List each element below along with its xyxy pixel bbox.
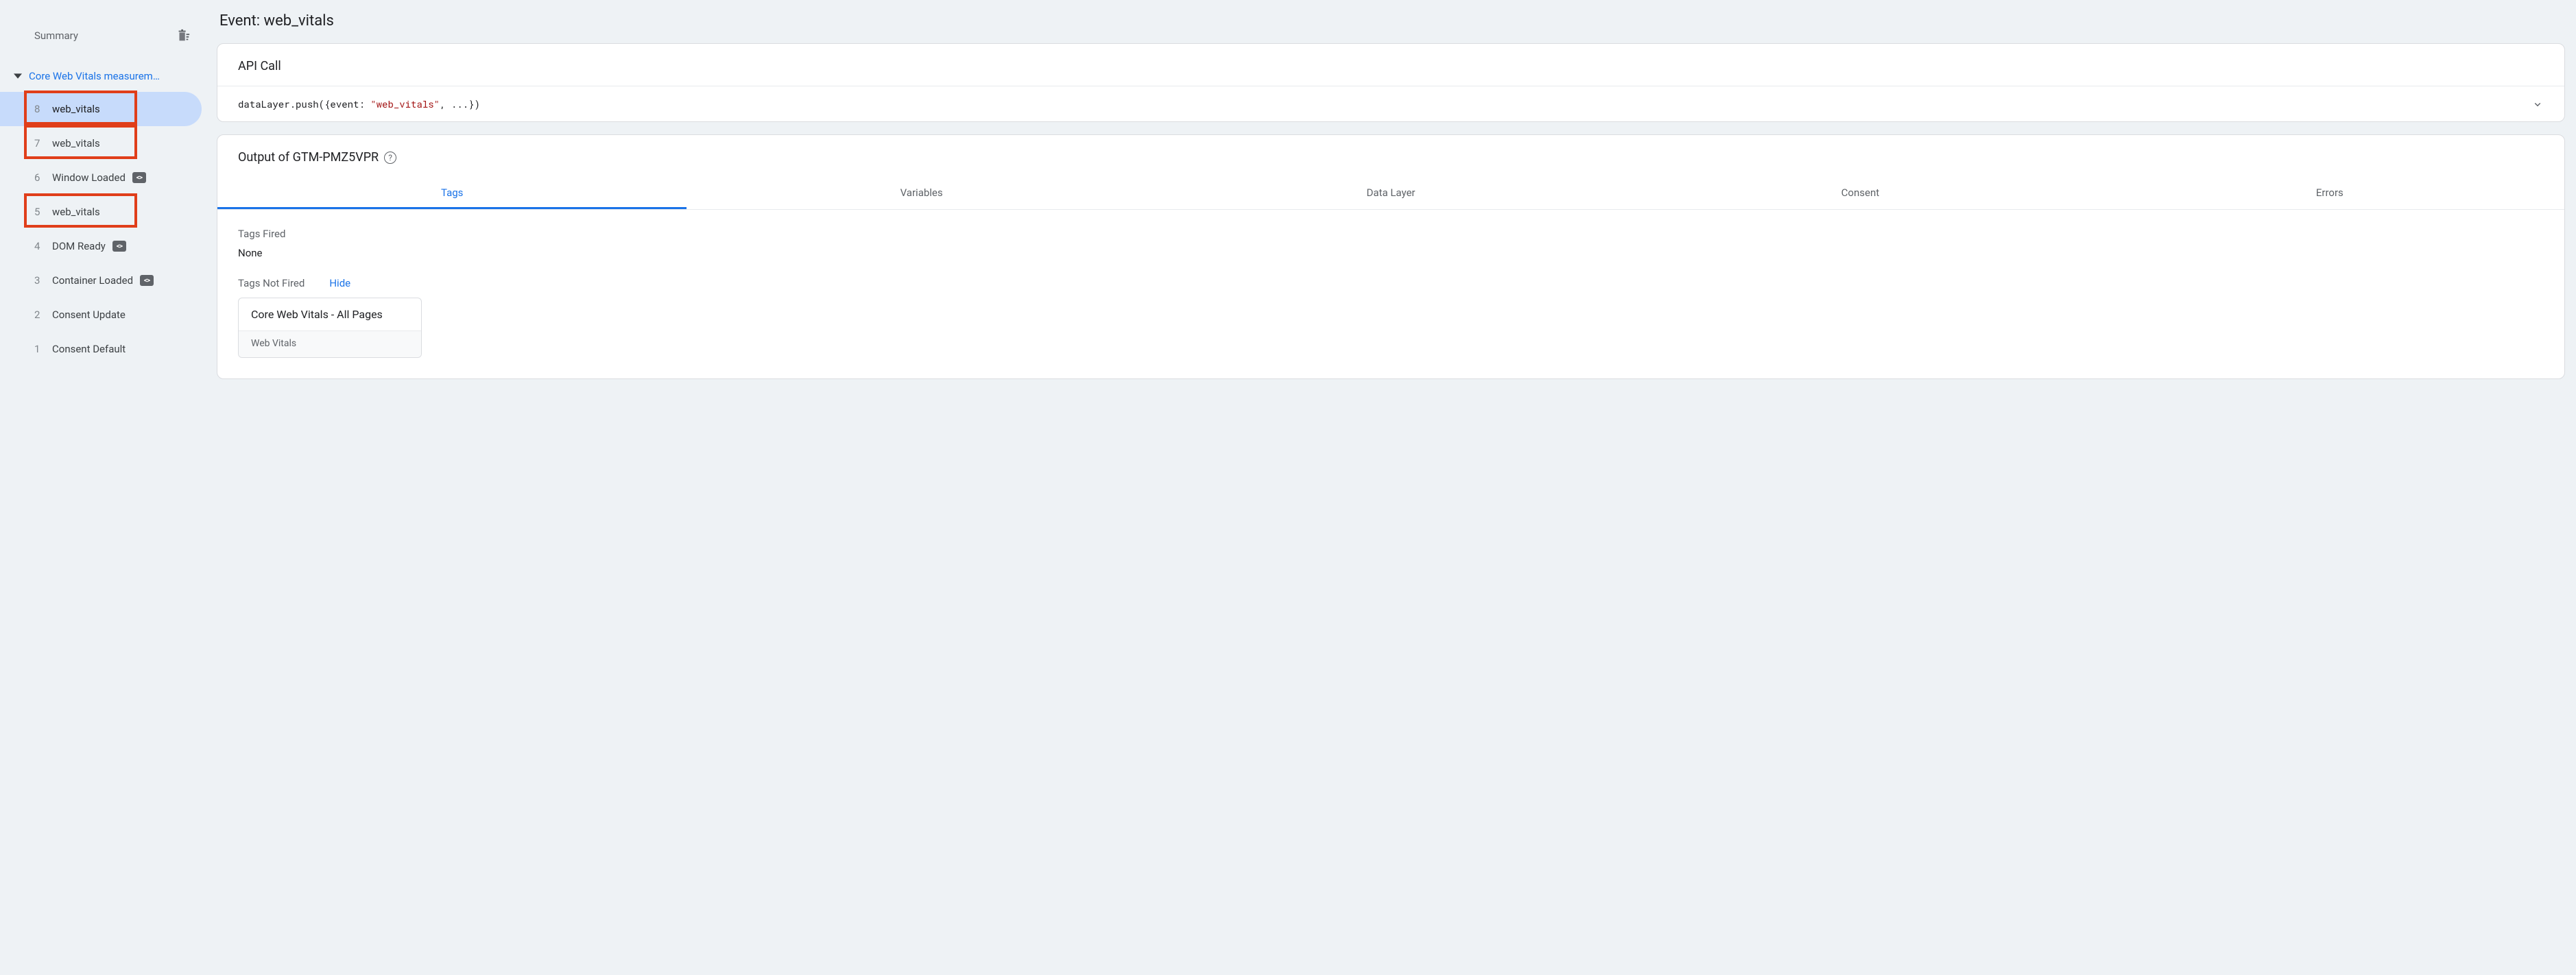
summary-label: Summary: [34, 29, 78, 42]
session-header[interactable]: Core Web Vitals measurem…: [0, 64, 206, 88]
tab-variables[interactable]: Variables: [687, 177, 1156, 209]
tags-tab-body: Tags Fired None Tags Not Fired Hide Core…: [217, 210, 2564, 378]
event-name: web_vitals: [52, 137, 100, 149]
api-call-code: dataLayer.push({event: "web_vitals", ...…: [238, 97, 480, 110]
code-pre: dataLayer.push({event:: [238, 97, 370, 110]
event-name: Container Loaded: [52, 274, 133, 287]
caret-down-icon: [14, 72, 22, 80]
tab-consent[interactable]: Consent: [1625, 177, 2095, 209]
api-call-card: API Call dataLayer.push({event: "web_vit…: [217, 43, 2565, 122]
code-badge-icon: <>: [132, 172, 146, 183]
event-number: 1: [34, 343, 52, 355]
code-post: , ...}): [440, 97, 480, 110]
sidebar-event-item[interactable]: 6Window Loaded <>: [0, 160, 202, 195]
tab-data-layer[interactable]: Data Layer: [1156, 177, 1625, 209]
tags-not-fired-label: Tags Not Fired: [238, 277, 305, 289]
tags-fired-none: None: [238, 247, 2544, 259]
sidebar-event-item[interactable]: 7web_vitals: [0, 126, 202, 160]
event-number: 5: [34, 206, 52, 218]
api-call-header: API Call: [217, 44, 2564, 86]
summary-row[interactable]: Summary: [0, 21, 206, 51]
tags-fired-label: Tags Fired: [238, 228, 2544, 240]
event-number: 6: [34, 171, 52, 184]
not-fired-tag-type: Web Vitals: [239, 330, 421, 357]
event-name: Window Loaded: [52, 171, 126, 184]
code-badge-icon: <>: [140, 275, 154, 286]
sidebar-event-item[interactable]: 4DOM Ready <>: [0, 229, 202, 263]
tab-tags[interactable]: Tags: [217, 177, 687, 209]
event-number: 7: [34, 137, 52, 149]
chevron-down-icon[interactable]: [2531, 98, 2544, 110]
event-number: 2: [34, 309, 52, 321]
output-tabs: TagsVariablesData LayerConsentErrors: [217, 177, 2564, 210]
main: Event: web_vitals API Call dataLayer.pus…: [206, 0, 2576, 975]
sidebar-event-item[interactable]: 1Consent Default: [0, 332, 202, 366]
sidebar-event-item[interactable]: 8web_vitals: [0, 92, 202, 126]
tab-errors[interactable]: Errors: [2095, 177, 2564, 209]
api-call-body[interactable]: dataLayer.push({event: "web_vitals", ...…: [217, 86, 2564, 121]
clear-session-icon[interactable]: [176, 28, 191, 43]
not-fired-tag-title: Core Web Vitals - All Pages: [239, 298, 421, 330]
event-number: 3: [34, 274, 52, 287]
event-name: web_vitals: [52, 206, 100, 218]
event-list: 8web_vitals7web_vitals6Window Loaded<>5w…: [0, 92, 206, 366]
event-title: Event: web_vitals: [219, 12, 2565, 29]
event-number: 4: [34, 240, 52, 252]
event-name: DOM Ready: [52, 240, 106, 252]
output-header: Output of GTM-PMZ5VPR ?: [217, 135, 2564, 177]
sidebar-event-item[interactable]: 3Container Loaded <>: [0, 263, 202, 298]
code-badge-icon: <>: [112, 241, 126, 252]
sidebar: Summary Core Web Vitals measurem… 8web_v…: [0, 0, 206, 975]
event-number: 8: [34, 103, 52, 115]
output-card: Output of GTM-PMZ5VPR ? TagsVariablesDat…: [217, 134, 2565, 379]
output-header-text: Output of GTM-PMZ5VPR: [238, 150, 379, 165]
not-fired-tag-card[interactable]: Core Web Vitals - All Pages Web Vitals: [238, 298, 422, 358]
sidebar-event-item[interactable]: 2Consent Update: [0, 298, 202, 332]
code-string: "web_vitals": [370, 97, 440, 110]
event-name: web_vitals: [52, 103, 100, 115]
event-name: Consent Default: [52, 343, 126, 355]
session-title: Core Web Vitals measurem…: [29, 70, 160, 82]
session-tree: Core Web Vitals measurem… 8web_vitals7we…: [0, 64, 206, 366]
hide-link[interactable]: Hide: [329, 277, 350, 289]
help-icon[interactable]: ?: [384, 152, 396, 164]
sidebar-event-item[interactable]: 5web_vitals: [0, 195, 202, 229]
event-name: Consent Update: [52, 309, 126, 321]
